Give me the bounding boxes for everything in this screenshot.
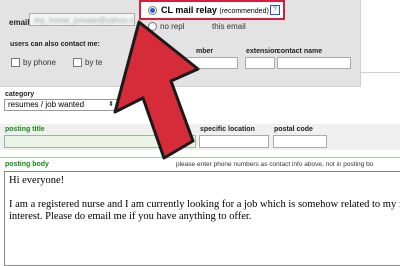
email-label: email xyxy=(9,18,30,27)
postal-code-input[interactable] xyxy=(273,135,327,148)
posting-body-textarea[interactable]: Hi everyone! I am a registered nurse and… xyxy=(4,171,400,266)
mail-relay-highlight: CL mail relay (recommended) ? xyxy=(139,0,285,20)
extension-label: extension xyxy=(246,48,279,55)
no-relay-suffix: this email xyxy=(212,22,246,31)
mail-relay-radio[interactable] xyxy=(148,6,157,15)
contact-name-input[interactable] xyxy=(277,57,351,69)
no-relay-label: no repl xyxy=(160,22,185,31)
body-line-2: I am a registered nurse and I am current… xyxy=(9,199,400,210)
body-line-1: Hi everyone! xyxy=(9,175,65,186)
posting-title-label: posting title xyxy=(5,126,45,133)
by-phone-checkbox[interactable] xyxy=(11,58,20,67)
also-contact-label: users can also contact me: xyxy=(10,41,100,48)
category-label: category xyxy=(5,91,35,98)
posting-body-hint: please enter phone numbers as contact in… xyxy=(176,161,374,168)
by-phone-label: by phone xyxy=(23,58,56,67)
category-selected-value: resumes / job wanted xyxy=(8,100,85,109)
divider xyxy=(360,72,400,87)
specific-location-input[interactable] xyxy=(199,135,269,148)
category-select[interactable]: resumes / job wanted ⬍ xyxy=(4,99,118,111)
posting-title-input[interactable] xyxy=(4,135,196,148)
email-value: my_home_private@yahoo.com xyxy=(34,16,134,25)
chevron-down-icon: ⬍ xyxy=(108,101,114,108)
section-divider xyxy=(0,157,400,158)
mail-relay-label: CL mail relay (recommended) xyxy=(161,5,269,15)
body-line-3: interest. Please do email me if you have… xyxy=(9,211,252,222)
postal-code-label: postal code xyxy=(274,126,313,133)
phone-number-input[interactable] xyxy=(186,57,238,69)
by-text-checkbox[interactable] xyxy=(73,58,82,67)
posting-body-label: posting body xyxy=(5,161,49,168)
question-mark-icon[interactable]: ? xyxy=(270,5,280,15)
contact-name-label: contact name xyxy=(277,48,323,55)
specific-location-label: specific location xyxy=(200,126,255,133)
extension-input[interactable] xyxy=(245,57,275,69)
email-field[interactable]: my_home_private@yahoo.com xyxy=(29,13,135,26)
by-text-label: by te xyxy=(85,58,103,67)
phone-number-label: mber xyxy=(196,48,214,55)
no-relay-radio[interactable] xyxy=(148,22,157,31)
